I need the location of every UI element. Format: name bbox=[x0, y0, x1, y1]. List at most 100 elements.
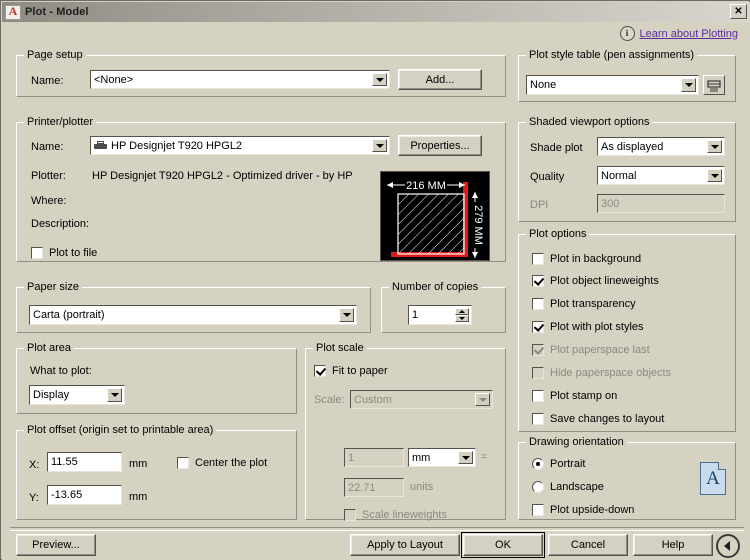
plot-option-label-0: Plot in background bbox=[550, 253, 642, 265]
plot-option-row-1[interactable]: Plot object lineweights bbox=[532, 275, 659, 287]
plotter-label: Plotter: bbox=[31, 170, 66, 182]
plot-option-row-6[interactable]: Plot stamp on bbox=[532, 390, 617, 402]
shade-plot-combo[interactable]: As displayed bbox=[597, 137, 725, 156]
chevron-down-icon[interactable] bbox=[339, 308, 354, 322]
offset-x-label: X: bbox=[29, 459, 40, 471]
plot-upside-down-checkbox[interactable] bbox=[532, 504, 544, 516]
plot-options-title: Plot options bbox=[526, 228, 590, 240]
plot-scale-title: Plot scale bbox=[313, 342, 367, 354]
learn-about-plotting[interactable]: i Learn about Plotting bbox=[619, 26, 738, 41]
plot-stamp-on-checkbox[interactable] bbox=[532, 390, 544, 402]
fit-to-paper-label: Fit to paper bbox=[332, 365, 388, 377]
plot-to-file-checkbox-row[interactable]: Plot to file bbox=[31, 247, 97, 259]
plot-offset-group: Plot offset (origin set to printable are… bbox=[16, 424, 297, 520]
chevron-down-icon[interactable] bbox=[372, 139, 387, 152]
chevron-down-icon[interactable] bbox=[681, 78, 696, 92]
scale-denominator-input[interactable]: 22.71 bbox=[344, 478, 404, 497]
copies-input[interactable]: 1 bbox=[408, 305, 472, 325]
landscape-radio[interactable] bbox=[532, 481, 544, 493]
page-setup-name-combo[interactable]: <None> bbox=[90, 70, 390, 89]
stepper-up-icon[interactable] bbox=[455, 308, 469, 315]
page-setup-name-label: Name: bbox=[31, 75, 64, 87]
plot-upside-down-checkbox-row[interactable]: Plot upside-down bbox=[532, 504, 634, 516]
chevron-down-icon[interactable] bbox=[707, 169, 722, 182]
offset-y-label: Y: bbox=[29, 492, 39, 504]
scale-unit-value: mm bbox=[412, 451, 431, 464]
fit-to-paper-checkbox[interactable] bbox=[314, 365, 326, 377]
orientation-page-letter: A bbox=[706, 467, 720, 489]
copies-value: 1 bbox=[412, 309, 419, 321]
close-icon[interactable]: ✕ bbox=[730, 4, 747, 19]
portrait-radio-row[interactable]: Portrait bbox=[532, 458, 585, 470]
window-title: Plot - Model bbox=[25, 6, 89, 18]
collapse-button[interactable] bbox=[716, 534, 740, 558]
scale-numerator-value: 1 bbox=[348, 451, 355, 464]
portrait-label: Portrait bbox=[550, 458, 586, 470]
plot-to-file-checkbox[interactable] bbox=[31, 247, 43, 259]
quality-label: Quality bbox=[530, 171, 565, 183]
save-changes-to-layout-checkbox[interactable] bbox=[532, 413, 544, 425]
hide-paperspace-objects-checkbox bbox=[532, 367, 544, 379]
scale-units-label: units bbox=[410, 481, 434, 493]
plot-option-row-7[interactable]: Save changes to layout bbox=[532, 413, 664, 425]
plot-option-row-0[interactable]: Plot in background bbox=[532, 253, 641, 265]
help-button[interactable]: Help bbox=[633, 534, 713, 556]
stepper-down-icon[interactable] bbox=[455, 315, 469, 322]
chevron-down-icon[interactable] bbox=[475, 393, 490, 406]
shade-plot-value: As displayed bbox=[601, 140, 664, 153]
landscape-radio-row[interactable]: Landscape bbox=[532, 481, 604, 493]
plot-paperspace-last-checkbox bbox=[532, 344, 544, 356]
paper-size-combo[interactable]: Carta (portrait) bbox=[29, 305, 357, 325]
cancel-button[interactable]: Cancel bbox=[548, 534, 628, 556]
add-button[interactable]: Add... bbox=[398, 69, 482, 90]
description-label: Description: bbox=[31, 218, 90, 230]
plot-style-edit-button[interactable] bbox=[703, 75, 725, 95]
plot-upside-down-label: Plot upside-down bbox=[550, 504, 635, 516]
quality-combo[interactable]: Normal bbox=[597, 166, 725, 185]
chevron-down-icon[interactable] bbox=[372, 73, 387, 86]
portrait-radio[interactable] bbox=[532, 458, 544, 470]
page-setup-title: Page setup bbox=[24, 49, 86, 61]
printer-name-combo[interactable]: HP Designjet T920 HPGL2 bbox=[90, 136, 390, 155]
ok-button[interactable]: OK bbox=[461, 532, 545, 558]
plot-option-row-3[interactable]: Plot with plot styles bbox=[532, 321, 644, 333]
chevron-left-icon bbox=[724, 541, 730, 551]
shade-plot-label: Shade plot bbox=[530, 142, 583, 154]
plot-transparency-checkbox[interactable] bbox=[532, 298, 544, 310]
center-the-plot-checkbox[interactable] bbox=[177, 457, 189, 469]
plot-option-row-2[interactable]: Plot transparency bbox=[532, 298, 636, 310]
paper-preview-graphic: 216 MM 279 MM bbox=[381, 172, 489, 260]
plot-option-row-4: Plot paperspace last bbox=[532, 344, 650, 356]
plot-with-plot-styles-checkbox[interactable] bbox=[532, 321, 544, 333]
plot-option-label-7: Save changes to layout bbox=[550, 413, 665, 425]
autocad-a-icon bbox=[5, 4, 21, 20]
chevron-down-icon[interactable] bbox=[107, 388, 122, 402]
plot-object-lineweights-checkbox[interactable] bbox=[532, 275, 544, 287]
preview-button[interactable]: Preview... bbox=[16, 534, 96, 556]
chevron-down-icon[interactable] bbox=[458, 451, 473, 464]
plot-style-table-combo[interactable]: None bbox=[526, 75, 699, 95]
title-bar: Plot - Model ✕ bbox=[2, 2, 750, 22]
where-label: Where: bbox=[31, 195, 67, 207]
learn-about-plotting-link[interactable]: Learn about Plotting bbox=[640, 28, 738, 40]
chevron-down-icon[interactable] bbox=[707, 140, 722, 153]
center-the-plot-checkbox-row[interactable]: Center the plot bbox=[177, 457, 267, 469]
scale-lineweights-checkbox[interactable] bbox=[344, 509, 356, 521]
offset-x-input[interactable]: 11.55 bbox=[47, 452, 122, 472]
paper-size-value: Carta (portrait) bbox=[33, 309, 105, 321]
properties-button[interactable]: Properties... bbox=[398, 135, 482, 156]
what-to-plot-value: Display bbox=[33, 389, 70, 401]
shaded-viewport-title: Shaded viewport options bbox=[526, 116, 653, 128]
scale-numerator-input[interactable]: 1 bbox=[344, 448, 404, 467]
fit-to-paper-checkbox-row[interactable]: Fit to paper bbox=[314, 365, 388, 377]
apply-to-layout-button[interactable]: Apply to Layout bbox=[350, 534, 460, 556]
copies-stepper[interactable] bbox=[455, 308, 469, 322]
offset-y-input[interactable]: -13.65 bbox=[47, 485, 122, 505]
printer-name-value: HP Designjet T920 HPGL2 bbox=[111, 139, 243, 152]
scale-combo[interactable]: Custom bbox=[350, 390, 493, 409]
plot-in-background-checkbox[interactable] bbox=[532, 253, 544, 265]
scale-lineweights-checkbox-row[interactable]: Scale lineweights bbox=[344, 509, 447, 521]
scale-unit-combo[interactable]: mm bbox=[408, 448, 476, 467]
what-to-plot-combo[interactable]: Display bbox=[29, 385, 125, 405]
plot-option-row-5: Hide paperspace objects bbox=[532, 367, 671, 379]
